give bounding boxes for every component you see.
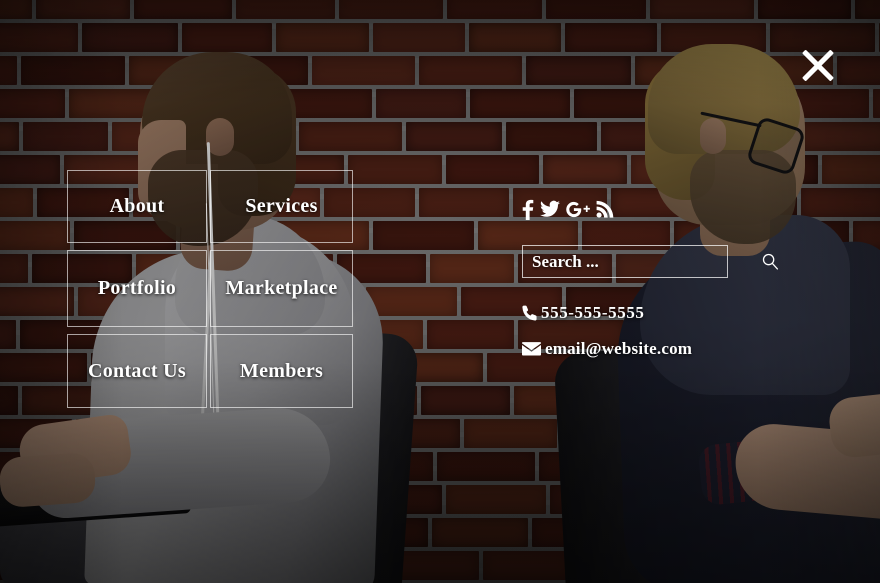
phone-number: 555-555-5555 [541, 303, 645, 323]
search-box[interactable] [522, 245, 728, 278]
nav-label: About [110, 195, 165, 218]
phone-icon [522, 305, 537, 322]
rss-icon[interactable] [596, 199, 614, 220]
nav-label: Contact Us [88, 360, 186, 383]
facebook-icon[interactable] [522, 199, 534, 220]
nav-item-marketplace[interactable]: Marketplace [210, 250, 353, 327]
search-input[interactable] [523, 252, 762, 272]
right-panel: 555-555-5555 email@website.com [522, 196, 732, 359]
twitter-icon[interactable] [540, 199, 560, 220]
navigation-grid: About Services Portfolio Marketplace Con… [67, 170, 353, 408]
nav-item-services[interactable]: Services [210, 170, 353, 243]
phone-link[interactable]: 555-555-5555 [522, 303, 732, 323]
email-link[interactable]: email@website.com [522, 339, 732, 359]
search-button[interactable] [762, 246, 779, 277]
menu-overlay-screen: About Services Portfolio Marketplace Con… [0, 0, 880, 583]
google-plus-icon[interactable] [566, 199, 590, 220]
close-button[interactable] [795, 42, 841, 88]
envelope-icon [522, 341, 541, 357]
nav-item-portfolio[interactable]: Portfolio [67, 250, 207, 327]
magnifier-icon [762, 253, 779, 270]
nav-label: Marketplace [225, 277, 337, 300]
nav-label: Services [245, 195, 317, 218]
nav-label: Portfolio [98, 277, 176, 300]
nav-item-contact-us[interactable]: Contact Us [67, 334, 207, 408]
social-links [522, 196, 732, 222]
overlay-ui: About Services Portfolio Marketplace Con… [0, 0, 880, 583]
email-address: email@website.com [545, 339, 692, 359]
nav-item-about[interactable]: About [67, 170, 207, 243]
nav-label: Members [240, 360, 323, 383]
nav-item-members[interactable]: Members [210, 334, 353, 408]
